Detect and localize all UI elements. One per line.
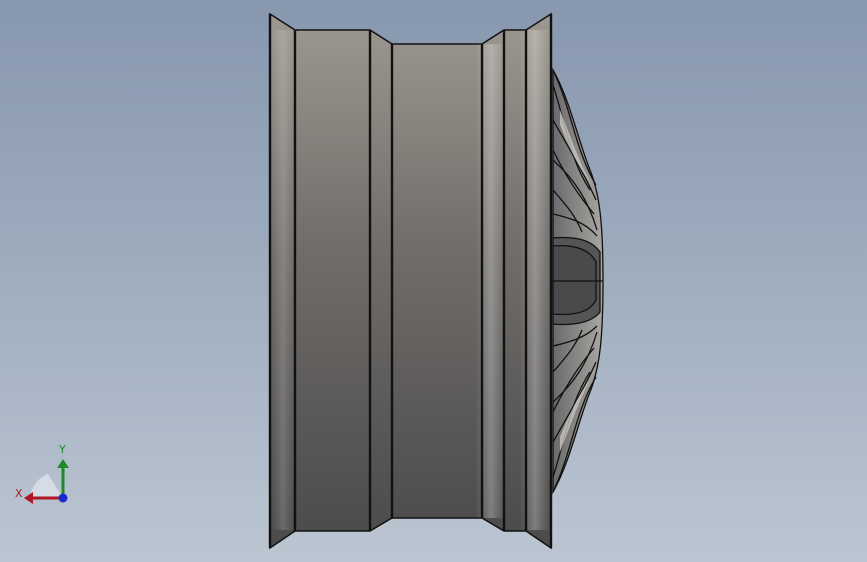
graphics-viewport[interactable]: Y X — [0, 0, 867, 562]
y-axis-label: Y — [59, 443, 66, 456]
rim-barrel — [269, 12, 552, 550]
wheel-spokes — [552, 67, 604, 495]
wheel-rim-model[interactable] — [0, 0, 867, 562]
x-axis-label: X — [15, 487, 23, 500]
